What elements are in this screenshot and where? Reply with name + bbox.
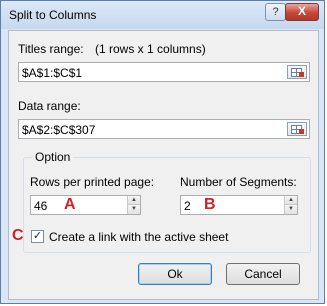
rows-per-page-value: 46 (34, 199, 48, 213)
segments-spinner[interactable]: 2 B ▲ ▼ (180, 195, 298, 215)
spinner-arrows[interactable]: ▲ ▼ (284, 196, 297, 214)
close-button[interactable]: X (285, 3, 319, 21)
titles-range-info: (1 rows x 1 columns) (95, 42, 206, 56)
rows-per-page-label: Rows per printed page: (30, 175, 155, 189)
data-range-label: Data range: (18, 99, 81, 113)
title-bar[interactable]: Split to Columns ? X (1, 1, 324, 29)
spinner-arrows[interactable]: ▲ ▼ (127, 196, 140, 214)
titles-range-input[interactable]: $A$1:$C$1 (18, 62, 310, 82)
spin-down-icon[interactable]: ▼ (284, 205, 297, 214)
segments-label: Number of Segments: (180, 175, 297, 189)
option-group-title: Option (32, 150, 74, 164)
spin-down-icon[interactable]: ▼ (127, 205, 140, 214)
segments-value: 2 (184, 199, 191, 213)
marker-a: A (64, 196, 76, 213)
dialog-title: Split to Columns (9, 8, 97, 22)
rows-per-page-spinner[interactable]: 46 A ▲ ▼ (30, 195, 141, 215)
spin-up-icon[interactable]: ▲ (284, 196, 297, 205)
link-checkbox-label[interactable]: Create a link with the active sheet (49, 230, 228, 244)
data-range-value: $A$2:$C$307 (22, 123, 96, 137)
range-select-icon[interactable] (287, 65, 307, 79)
marker-b: B (204, 196, 216, 213)
cancel-button[interactable]: Cancel (226, 263, 300, 285)
link-checkbox[interactable]: ✓ (31, 230, 44, 243)
ok-button[interactable]: Ok (138, 263, 212, 285)
spin-up-icon[interactable]: ▲ (127, 196, 140, 205)
help-button[interactable]: ? (265, 3, 286, 21)
marker-c: C (12, 227, 24, 244)
titles-range-value: $A$1:$C$1 (22, 66, 83, 80)
titles-range-label: Titles range: (18, 42, 84, 56)
dialog-window: Split to Columns ? X Titles range: (1 ro… (0, 0, 325, 304)
data-range-input[interactable]: $A$2:$C$307 (18, 119, 310, 139)
range-select-icon[interactable] (287, 122, 307, 136)
dialog-body: Titles range: (1 rows x 1 columns) $A$1:… (8, 30, 319, 300)
